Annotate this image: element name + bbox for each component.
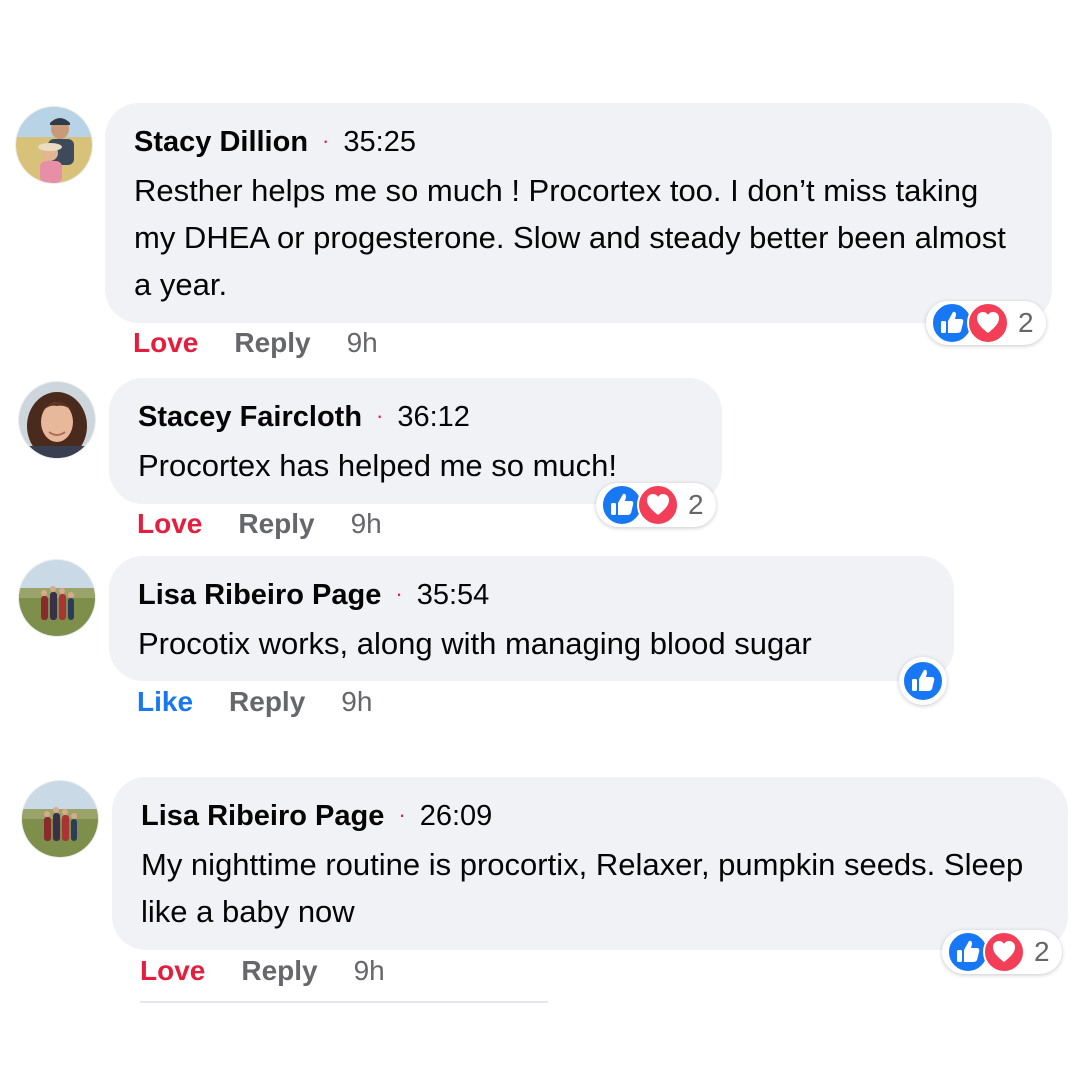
heart-icon xyxy=(637,484,679,526)
author-name[interactable]: Stacy Dillion xyxy=(134,126,308,158)
comment-bubble: Lisa Ribeiro Page · 35:54 Procotix works, … xyxy=(109,556,954,681)
heart-icon xyxy=(967,302,1009,344)
comment-age[interactable]: 9h xyxy=(354,955,385,987)
comment-text: Procotix works, along with managing bloo… xyxy=(138,626,812,661)
comment-actions: Like Reply 9h xyxy=(137,686,372,718)
comment-timestamp[interactable]: 35:54 xyxy=(417,579,490,611)
avatar-lisa-ribeiro-page[interactable] xyxy=(19,560,95,636)
separator-dot: · xyxy=(376,403,384,428)
comment-bubble: Stacy Dillion · 35:25 Resther helps me so … xyxy=(105,103,1052,323)
comment-header: Lisa Ribeiro Page · 26:09 xyxy=(141,799,1040,835)
comment-timestamp[interactable]: 26:09 xyxy=(420,800,493,832)
comment-actions: Love Reply 9h xyxy=(140,955,385,987)
comment-header: Stacey Faircloth · 36:12 xyxy=(138,400,694,436)
separator-dot: · xyxy=(395,581,403,606)
reaction-count: 2 xyxy=(1018,307,1034,338)
comment-header: Stacy Dillion · 35:25 xyxy=(134,125,1024,161)
comment-timestamp[interactable]: 36:12 xyxy=(397,401,470,433)
reply-button[interactable]: Reply xyxy=(234,327,310,359)
comment-actions: Love Reply 9h xyxy=(137,508,382,540)
love-button[interactable]: Love xyxy=(140,955,205,987)
comment-age[interactable]: 9h xyxy=(351,508,382,540)
comment-text: Resther helps me so much ! Procortex too… xyxy=(134,173,1006,302)
comment-header: Lisa Ribeiro Page · 35:54 xyxy=(138,578,926,614)
reaction-count: 2 xyxy=(1034,936,1050,967)
separator-dot: · xyxy=(322,128,330,153)
comment-actions: Love Reply 9h xyxy=(133,327,378,359)
comment-timestamp[interactable]: 35:25 xyxy=(343,126,416,158)
comment-bubble: Lisa Ribeiro Page · 26:09 My nighttime rou… xyxy=(112,777,1068,950)
reaction-count: 2 xyxy=(688,489,704,520)
author-name[interactable]: Lisa Ribeiro Page xyxy=(138,579,381,611)
reaction-summary[interactable]: 2 xyxy=(596,483,716,527)
avatar-stacy-dillion[interactable] xyxy=(16,107,92,183)
reply-button[interactable]: Reply xyxy=(238,508,314,540)
heart-icon xyxy=(983,931,1025,973)
avatar-lisa-ribeiro-page[interactable] xyxy=(22,781,98,857)
comment-age[interactable]: 9h xyxy=(341,686,372,718)
reply-button[interactable]: Reply xyxy=(241,955,317,987)
avatar-stacey-faircloth[interactable] xyxy=(19,382,95,458)
separator-dot: · xyxy=(398,802,406,827)
comment-text: Procortex has helped me so much! xyxy=(138,448,618,483)
author-name[interactable]: Stacey Faircloth xyxy=(138,401,362,433)
love-button[interactable]: Love xyxy=(133,327,198,359)
divider xyxy=(140,1001,548,1003)
author-name[interactable]: Lisa Ribeiro Page xyxy=(141,800,384,832)
love-button[interactable]: Love xyxy=(137,508,202,540)
reaction-summary[interactable] xyxy=(899,657,947,705)
reply-button[interactable]: Reply xyxy=(229,686,305,718)
reaction-summary[interactable]: 2 xyxy=(926,301,1046,345)
reaction-summary[interactable]: 2 xyxy=(942,930,1062,974)
thumbs-up-icon xyxy=(902,660,944,702)
like-button[interactable]: Like xyxy=(137,686,193,718)
comment-age[interactable]: 9h xyxy=(347,327,378,359)
comment-text: My nighttime routine is procortix, Relax… xyxy=(141,847,1024,929)
